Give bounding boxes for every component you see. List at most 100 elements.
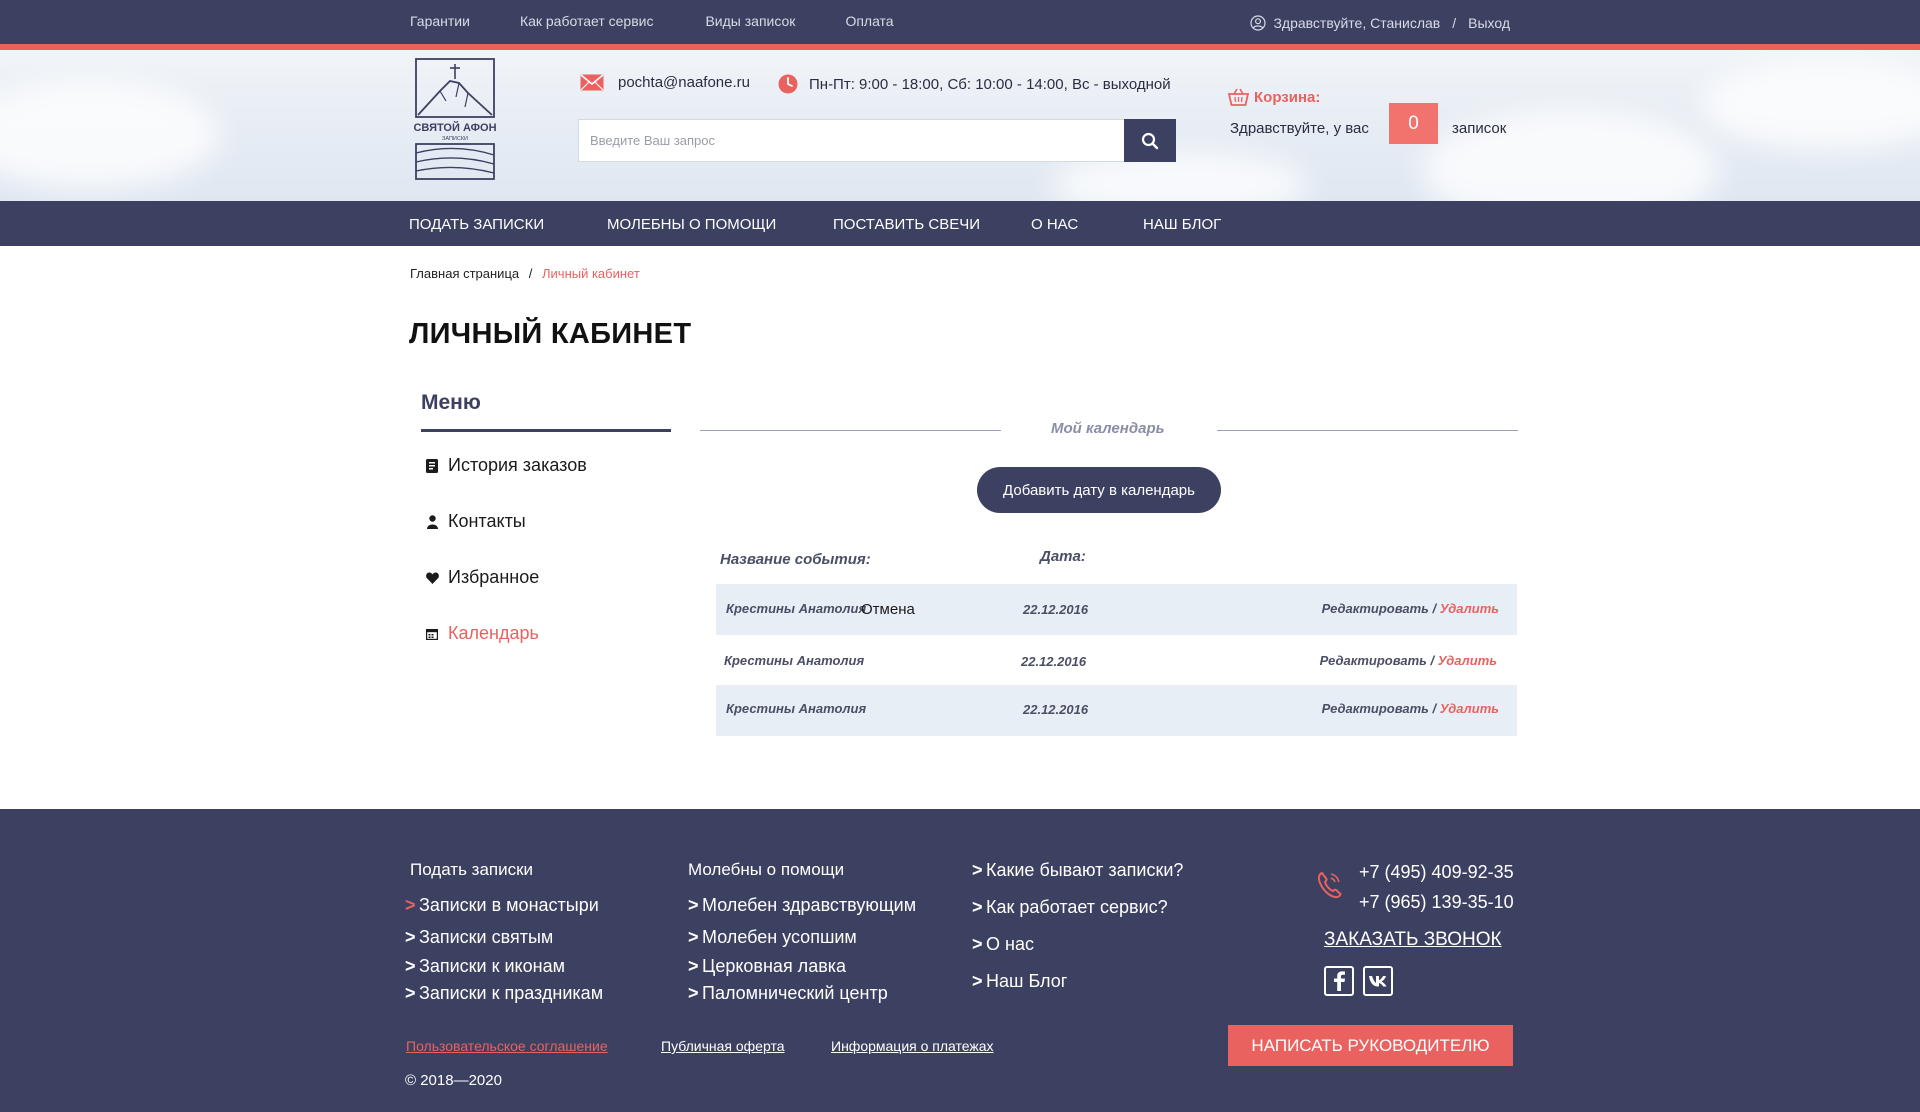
sidebar-item-contacts[interactable]: Контакты	[425, 511, 526, 532]
chevron-right-icon: >	[688, 983, 699, 1003]
sidebar-item-calendar[interactable]: Календарь	[425, 623, 539, 644]
phone-link[interactable]: +7 (965) 139-35-10	[1359, 892, 1514, 913]
delete-link[interactable]: Удалить	[1440, 701, 1499, 716]
search-input[interactable]	[578, 119, 1124, 162]
envelope-icon	[580, 74, 604, 91]
main-nav-prayers[interactable]: МОЛЕБНЫ О ПОМОЩИ	[607, 216, 776, 233]
table-row: Крестины Анатолия Отмена 22.12.2016 Реда…	[716, 584, 1517, 635]
chevron-right-icon: >	[405, 895, 416, 915]
breadcrumb-current: Личный кабинет	[542, 266, 640, 281]
footer-link[interactable]: > Церковная лавка	[688, 956, 846, 977]
sidebar-item-order-history[interactable]: История заказов	[425, 455, 587, 476]
edit-link[interactable]: Редактировать	[1322, 601, 1429, 616]
write-to-director-button[interactable]: НАПИСАТЬ РУКОВОДИТЕЛЮ	[1228, 1025, 1513, 1066]
facebook-icon[interactable]	[1324, 966, 1354, 996]
event-date: 22.12.2016	[1021, 654, 1087, 669]
footer-link[interactable]: > Записки святым	[405, 927, 553, 948]
main-nav-about[interactable]: О НАС	[1031, 216, 1078, 233]
footer-link[interactable]: > Какие бывают записки?	[972, 860, 1183, 881]
main-nav-blog[interactable]: НАШ БЛОГ	[1143, 216, 1221, 233]
footer-link[interactable]: > Молебен здравствующим	[688, 895, 916, 916]
breadcrumb-home[interactable]: Главная страница	[410, 266, 519, 281]
top-nav-how-it-works[interactable]: Как работает сервис	[520, 13, 654, 29]
public-offer-link[interactable]: Публичная оферта	[661, 1038, 785, 1054]
footer-link[interactable]: > Наш Блог	[972, 971, 1067, 992]
sidebar-title-underline	[421, 429, 671, 432]
basket-icon	[1228, 88, 1249, 106]
event-name: Крестины Анатолия	[724, 653, 865, 668]
footer-link[interactable]: > Записки в монастыри	[405, 895, 599, 916]
user-greeting-link[interactable]: Здравствуйте, Станислав	[1273, 15, 1440, 31]
event-cancel-link[interactable]: Отмена	[861, 601, 915, 618]
top-nav-note-types[interactable]: Виды записок	[705, 13, 795, 29]
search-icon	[1141, 132, 1159, 149]
event-name: Крестины Анатолия	[726, 601, 867, 616]
top-bar: Гарантии Как работает сервис Виды записо…	[0, 0, 1920, 44]
sidebar-item-label: Избранное	[448, 567, 540, 587]
heart-icon	[425, 571, 439, 585]
main-nav: ПОДАТЬ ЗАПИСКИ МОЛЕБНЫ О ПОМОЩИ ПОСТАВИТ…	[0, 201, 1920, 246]
logout-link[interactable]: Выход	[1468, 15, 1510, 31]
user-agreement-link[interactable]: Пользовательское соглашение	[406, 1038, 608, 1054]
footer-heading-prayers: Молебны о помощи	[688, 860, 845, 879]
footer-link[interactable]: > Записки к праздникам	[405, 983, 603, 1004]
working-hours: Пн-Пт: 9:00 - 18:00, Сб: 10:00 - 14:00, …	[809, 75, 1171, 93]
footer-link-label: О нас	[986, 934, 1034, 954]
event-date: 22.12.2016	[1023, 602, 1089, 617]
cart-text-before: Здравствуйте, у вас	[1230, 120, 1369, 137]
action-separator: /	[1430, 653, 1435, 668]
chevron-right-icon: >	[972, 897, 983, 917]
cart-count-badge: 0	[1389, 103, 1438, 144]
main-nav-candles[interactable]: ПОСТАВИТЬ СВЕЧИ	[833, 216, 980, 233]
calendar-title: Мой календарь	[1051, 420, 1165, 437]
email-link[interactable]: pochta@naafone.ru	[618, 74, 750, 91]
table-row: Крестины Анатолия 22.12.2016 Редактирова…	[716, 685, 1517, 736]
chevron-right-icon: >	[972, 934, 983, 954]
user-icon	[425, 514, 439, 529]
breadcrumb-separator: /	[528, 266, 533, 281]
search-button[interactable]	[1124, 119, 1176, 162]
payment-info-link[interactable]: Информация о платежах	[831, 1038, 994, 1054]
top-nav: Гарантии Как работает сервис Виды записо…	[410, 13, 944, 29]
vk-icon[interactable]	[1363, 966, 1393, 996]
user-separator: /	[1452, 15, 1457, 31]
order-call-link[interactable]: ЗАКАЗАТЬ ЗВОНОК	[1324, 929, 1502, 951]
delete-link[interactable]: Удалить	[1438, 653, 1497, 668]
row-actions: Редактировать / Удалить	[1320, 653, 1497, 668]
footer-link[interactable]: > Как работает сервис?	[972, 897, 1168, 918]
site-logo[interactable]: СВЯТОЙ АФОН ЗАПИСКИ	[410, 57, 500, 181]
sidebar-item-label: История заказов	[448, 455, 587, 475]
phone-icon	[1317, 871, 1342, 899]
delete-link[interactable]: Удалить	[1440, 601, 1499, 616]
footer-link-label: Записки к праздникам	[419, 983, 604, 1003]
add-date-button[interactable]: Добавить дату в календарь	[977, 467, 1221, 513]
event-name: Крестины Анатолия	[726, 701, 867, 716]
cart-title-text: Корзина:	[1254, 89, 1321, 106]
footer-link[interactable]: > Паломнический центр	[688, 983, 888, 1004]
footer-heading-notes: Подать записки	[410, 860, 534, 879]
chevron-right-icon: >	[405, 927, 416, 947]
top-nav-payment[interactable]: Оплата	[845, 13, 893, 29]
sidebar-item-label: Календарь	[448, 623, 539, 643]
user-area: Здравствуйте, Станислав / Выход	[1250, 15, 1510, 31]
cart-widget[interactable]: Корзина: Здравствуйте, у вас 0 записок	[1228, 88, 1506, 144]
footer-link[interactable]: > О нас	[972, 934, 1034, 955]
footer-link[interactable]: > Молебен усопшим	[688, 927, 857, 948]
footer-link-label: Записки святым	[419, 927, 554, 947]
phone-link[interactable]: +7 (495) 409-92-35	[1359, 862, 1514, 883]
edit-link[interactable]: Редактировать	[1320, 653, 1427, 668]
cloud-decoration	[0, 80, 220, 190]
footer-link-label: Паломнический центр	[702, 983, 888, 1003]
logo-subtext: ЗАПИСКИ	[442, 136, 468, 142]
chevron-right-icon: >	[688, 895, 699, 915]
footer-link[interactable]: > Записки к иконам	[405, 956, 565, 977]
cart-text-after: записок	[1452, 120, 1507, 137]
divider	[700, 430, 1001, 431]
main-nav-submit-notes[interactable]: ПОДАТЬ ЗАПИСКИ	[409, 216, 544, 233]
sidebar-item-favorites[interactable]: Избранное	[425, 567, 539, 588]
top-nav-guarantees[interactable]: Гарантии	[410, 13, 470, 29]
edit-link[interactable]: Редактировать	[1322, 701, 1429, 716]
chevron-right-icon: >	[688, 956, 699, 976]
row-actions: Редактировать / Удалить	[1322, 601, 1499, 616]
breadcrumb: Главная страница / Личный кабинет	[410, 266, 640, 281]
